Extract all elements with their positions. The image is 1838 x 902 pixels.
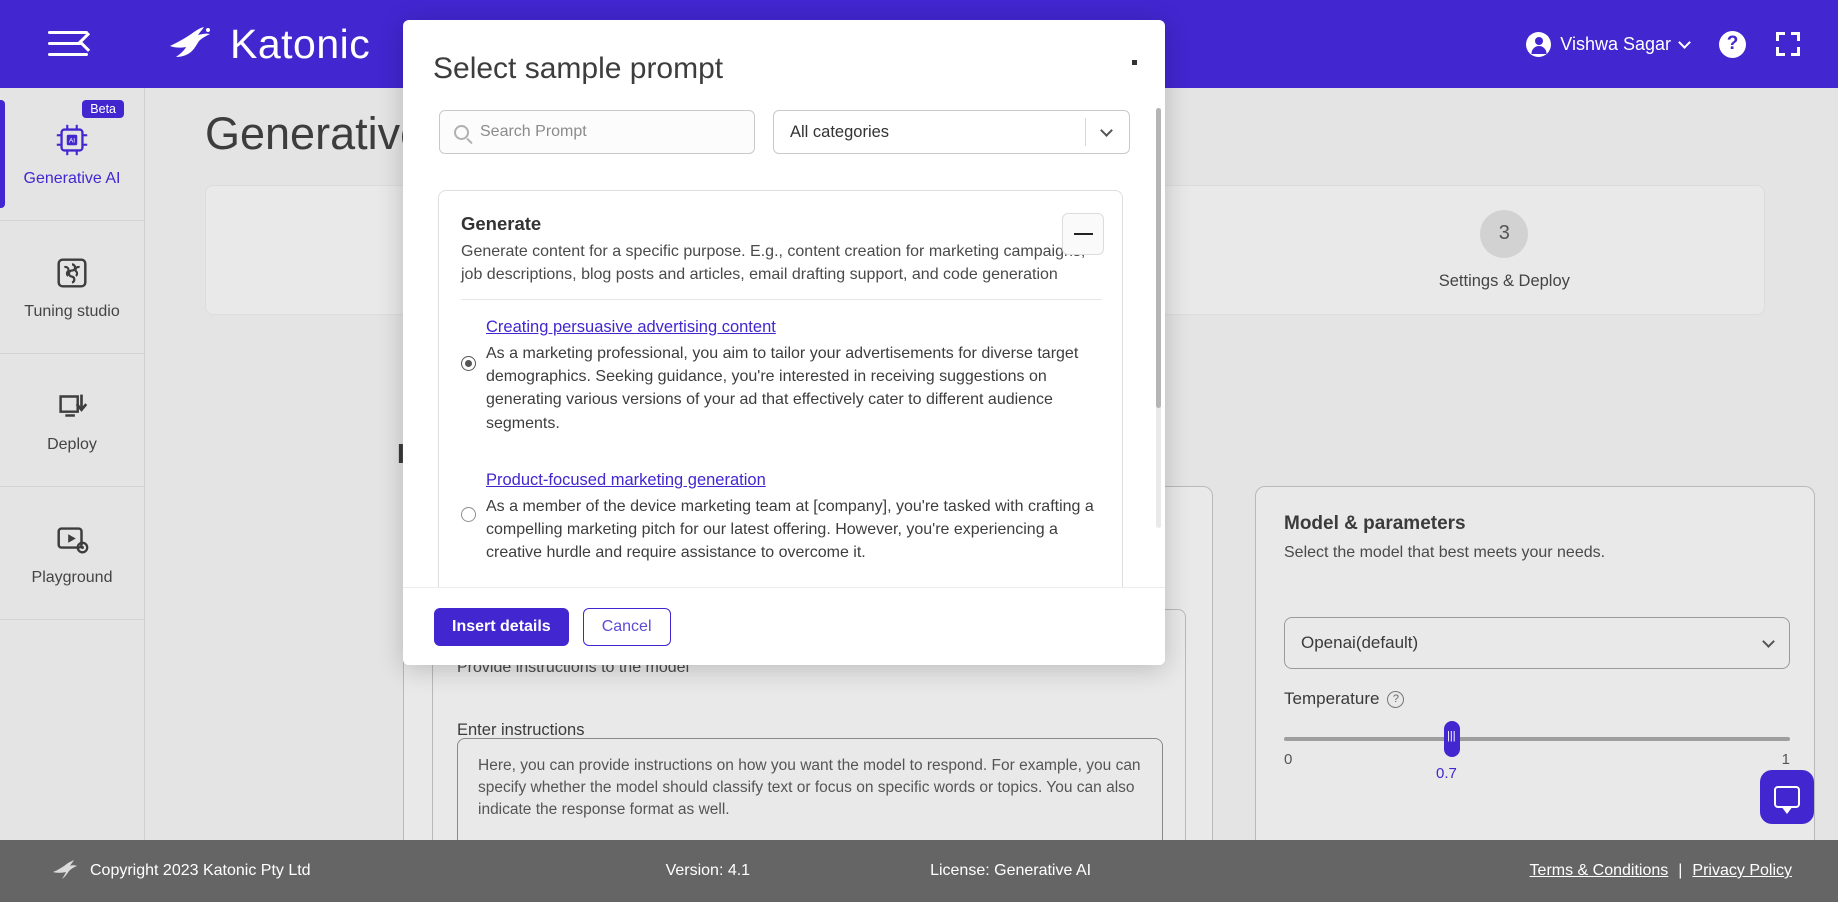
step-settings-deploy[interactable]: 3 Settings & Deploy xyxy=(1245,209,1764,291)
prompt-group-card: Generate Generate content for a specific… xyxy=(438,190,1123,622)
sidebar-item-deploy[interactable]: Deploy xyxy=(0,354,144,487)
dialog-title: Select sample prompt xyxy=(433,52,724,85)
sidebar-item-generative-ai[interactable]: Beta AI Generative AI xyxy=(0,88,144,221)
prompt-group-name: Generate xyxy=(461,213,542,234)
model-panel-sub: Select the model that best meets your ne… xyxy=(1284,544,1606,561)
user-menu[interactable]: Vishwa Sagar xyxy=(1526,31,1691,57)
prompt-title-link[interactable]: Creating persuasive advertising content xyxy=(486,318,776,337)
sidebar-item-playground[interactable]: Playground xyxy=(0,487,144,620)
slider-max: 1 xyxy=(1781,751,1790,768)
insert-details-button[interactable]: Insert details xyxy=(434,607,569,646)
beta-badge: Beta xyxy=(82,100,124,118)
prompt-list-item[interactable]: Product-focused marketing generation As … xyxy=(439,453,1122,583)
avatar-icon xyxy=(1526,31,1552,57)
dialog-corner-dot xyxy=(1132,60,1137,65)
play-settings-icon xyxy=(57,526,89,553)
prompt-radio[interactable] xyxy=(461,356,476,371)
dialog-scrollbar[interactable] xyxy=(1156,108,1161,528)
dialog-filters: All categories xyxy=(439,110,1165,154)
temperature-label: Temperature xyxy=(1284,689,1380,708)
prompt-content: Creating persuasive advertising content … xyxy=(486,318,1102,435)
chevron-down-icon xyxy=(1100,123,1113,137)
sidebar-item-label: Playground xyxy=(31,568,113,586)
app-root: Katonic Vishwa Sagar ? Beta AI Generativ… xyxy=(0,0,1838,902)
select-sample-prompt-dialog: Select sample prompt All categories Gene… xyxy=(403,20,1165,665)
temperature-value: 0.7 xyxy=(1436,765,1457,782)
sidebar-item-label: Tuning studio xyxy=(24,302,120,320)
search-icon xyxy=(454,124,469,140)
svg-text:AI: AI xyxy=(69,137,75,144)
prompt-radio[interactable] xyxy=(461,506,476,522)
kangaroo-logo-icon xyxy=(53,860,77,879)
slider-thumb[interactable] xyxy=(1444,721,1460,757)
model-panel-heading: Model & parameters xyxy=(1284,513,1466,534)
footer-license: License: Generative AI xyxy=(930,862,1092,879)
kangaroo-logo-icon xyxy=(170,27,210,57)
dialog-footer: Insert details Cancel xyxy=(403,587,1165,665)
model-select[interactable]: Openai(default) xyxy=(1284,617,1790,669)
user-name: Vishwa Sagar xyxy=(1560,33,1671,54)
temperature-label-row: Temperature ? xyxy=(1284,689,1405,709)
step-label: Settings & Deploy xyxy=(1438,271,1570,290)
sidebar: Beta AI Generative AI Tuning studio Depl… xyxy=(0,88,145,902)
monitor-download-icon xyxy=(59,394,88,417)
footer-links: Terms & Conditions | Privacy Policy xyxy=(1530,862,1792,880)
category-select[interactable]: All categories xyxy=(773,110,1130,154)
model-select-value: Openai(default) xyxy=(1301,633,1419,652)
footer-version: Version: 4.1 xyxy=(665,862,751,879)
prompt-content: Product-focused marketing generation As … xyxy=(486,471,1102,565)
slider-range: 0 1 xyxy=(1284,751,1790,768)
chevron-down-icon xyxy=(1678,35,1691,49)
cancel-button[interactable]: Cancel xyxy=(582,607,671,646)
search-input[interactable] xyxy=(480,123,740,141)
step-number: 3 xyxy=(1480,209,1529,258)
slider-track xyxy=(1284,721,1790,757)
chat-support-button[interactable] xyxy=(1760,770,1814,824)
prompt-description: As a marketing professional, you aim to … xyxy=(486,345,1079,432)
prompt-list-scroll[interactable]: Creating persuasive advertising content … xyxy=(439,299,1122,621)
sidebar-item-tuning-studio[interactable]: Tuning studio xyxy=(0,221,144,354)
terms-link[interactable]: Terms & Conditions xyxy=(1530,862,1669,880)
fullscreen-icon[interactable] xyxy=(1776,32,1800,56)
select-divider xyxy=(1085,118,1086,146)
footer-copyright-text: Copyright 2023 Katonic Pty Ltd xyxy=(90,862,311,879)
menu-collapse-icon[interactable] xyxy=(48,27,98,61)
sidebar-item-label: Deploy xyxy=(47,435,97,453)
prompt-group-description: Generate content for a specific purpose.… xyxy=(461,243,1086,283)
prompt-list-item[interactable]: Creating persuasive advertising content … xyxy=(439,300,1122,453)
footer-link-separator: | xyxy=(1678,862,1683,879)
prompt-group-header: Generate Generate content for a specific… xyxy=(439,191,1122,286)
header-actions: Vishwa Sagar ? xyxy=(1526,30,1800,58)
prompt-description: As a member of the device marketing team… xyxy=(486,497,1094,562)
ai-chip-icon: AI xyxy=(56,124,88,155)
puzzle-icon xyxy=(57,257,87,288)
help-icon[interactable]: ? xyxy=(1719,30,1746,58)
privacy-link[interactable]: Privacy Policy xyxy=(1692,862,1792,880)
chat-bubble-icon xyxy=(1774,786,1800,814)
search-prompt-field[interactable] xyxy=(439,110,755,154)
page-footer: Copyright 2023 Katonic Pty Ltd Version: … xyxy=(0,840,1838,902)
sidebar-item-label: Generative AI xyxy=(23,169,121,187)
scrollbar-thumb[interactable] xyxy=(1156,108,1161,408)
prompt-title-link[interactable]: Product-focused marketing generation xyxy=(486,471,766,490)
info-icon[interactable]: ? xyxy=(1387,690,1405,708)
temperature-slider[interactable]: 0.7 0 1 xyxy=(1284,721,1790,782)
category-select-value: All categories xyxy=(790,122,890,141)
brand-logo: Katonic xyxy=(164,21,370,68)
collapse-group-button[interactable] xyxy=(1062,213,1104,255)
chevron-down-icon xyxy=(1762,634,1775,648)
slider-min: 0 xyxy=(1284,751,1293,768)
footer-copyright: Copyright 2023 Katonic Pty Ltd xyxy=(50,859,311,883)
minus-icon xyxy=(1073,232,1093,236)
brand-name: Katonic xyxy=(230,20,371,67)
